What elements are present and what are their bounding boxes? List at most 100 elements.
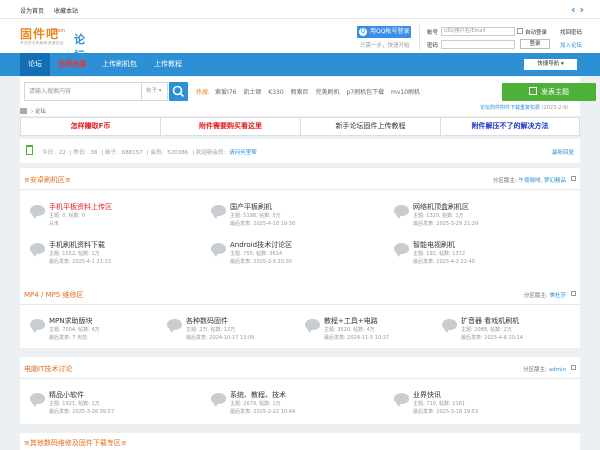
collapse-icon[interactable]	[571, 365, 576, 370]
forum-name[interactable]: 手机刷机资料下载	[49, 240, 105, 250]
forum-name[interactable]: Android技术讨论区	[230, 240, 292, 250]
password-label: 密码	[427, 43, 439, 49]
nav-item-forum[interactable]: 论坛	[20, 53, 50, 76]
forum-last-post: 最后发表: 2025-4-6 20:14	[461, 335, 523, 341]
moderator-label: 分区版主:	[523, 367, 548, 373]
hot-word[interactable]: 凯士顿	[243, 89, 261, 96]
welcome-label: 欢迎新会员:	[195, 150, 226, 156]
collapse-icon[interactable]	[571, 291, 576, 296]
find-password-link[interactable]: 找回密码	[560, 28, 582, 36]
section-title[interactable]: 电脑IT技术讨论	[24, 364, 72, 374]
forum-name[interactable]: 各种数码固件	[186, 316, 228, 326]
auto-login-checkbox[interactable]	[517, 28, 523, 34]
search-type-select[interactable]: 帖子 ▾	[142, 82, 168, 101]
forum-bubble-icon	[394, 393, 409, 407]
section-title[interactable]: MP4 / MP5 维修区	[24, 290, 83, 300]
forum-name[interactable]: 教程+工具+电路	[324, 316, 378, 326]
hot-word[interactable]: 假索尼	[291, 89, 309, 96]
forum-item[interactable]: 扩音器 看戏机刷机 主题: 2088, 帖数: 2万 最后发表: 2025-4-…	[442, 312, 576, 350]
breadcrumb-current[interactable]: 论坛	[35, 109, 46, 115]
forum-last-post: 最后发表: 2025-3-29 21:29	[413, 221, 479, 227]
forum-bubble-icon	[30, 243, 45, 257]
forum-name[interactable]: 精品小软件	[49, 390, 84, 400]
hot-word[interactable]: p7刷机包下载	[346, 89, 384, 96]
forum-item[interactable]: 智能电视刷机 主题: 192, 帖数: 1372 最后发表: 2025-4-2 …	[394, 236, 574, 274]
members-count: 520386	[167, 150, 189, 156]
forum-item[interactable]: 手机平板资料上传区 主题: 0, 帖数: 0 从未	[30, 198, 210, 236]
banner-link-upload-tutorial[interactable]: 新手论坛固件上传教程	[301, 118, 441, 135]
forum-last-post: 最后发表: 2025-4-2 22:40	[413, 259, 475, 265]
forum-name[interactable]: 国产平板刷机	[230, 202, 272, 212]
set-home-link[interactable]: 设为首页	[20, 8, 44, 15]
post-topic-button[interactable]: 发表主题	[502, 83, 596, 101]
qq-login-button[interactable]: Q 用QQ帐号登录	[357, 26, 411, 38]
forum-last-post: 最后发表: 2024-10-17 13:09	[186, 335, 255, 341]
collapse-icon[interactable]	[571, 176, 576, 181]
forum-item[interactable]: 教程+工具+电路 主题: 3620, 帖数: 4万 最后发表: 2024-11-…	[305, 312, 439, 350]
forum-item[interactable]: Android技术讨论区 主题: 755, 帖数: 3614 最后发表: 202…	[211, 236, 391, 274]
search-button[interactable]	[169, 82, 188, 101]
search-input[interactable]: 请输入搜索内容	[24, 82, 142, 101]
forum-last-post: 最后发表: 2025-3-26 09:57	[49, 409, 115, 415]
announcement-table: 怎样赚取F币 附件需要购买看这里 新手论坛固件上传教程 附件解压不了的解决方法	[20, 117, 580, 136]
banner-link-earn-coins[interactable]: 怎样赚取F币	[21, 118, 161, 135]
new-member-link[interactable]: 请问何里帮	[229, 150, 257, 156]
members-label: 会员:	[150, 150, 164, 156]
forum-item[interactable]: 精品小软件 主题: 1921, 帖数: 1万 最后发表: 2025-3-26 0…	[30, 386, 210, 424]
forum-item[interactable]: 各种数码固件 主题: 2万, 帖数: 12万 最后发表: 2024-10-17 …	[167, 312, 301, 350]
forum-section-android: ≡安卓刷机区≡ 分区版主: 午夜咖啡, 梦幻精品 手机平板资料上传区 主题: 0…	[20, 168, 580, 283]
section-title[interactable]: ≡其他数码维修及固件下载专区≡	[24, 438, 127, 448]
quick-nav-button[interactable]: 快捷导航 ▾	[524, 59, 577, 70]
post-topic-label: 发表主题	[541, 88, 569, 96]
section-title[interactable]: ≡安卓刷机区≡	[24, 175, 71, 185]
forum-name[interactable]: 系统、教程、技术	[230, 390, 286, 400]
newest-replies-link[interactable]: 最新回复	[552, 148, 574, 156]
moderator-names[interactable]: admin	[549, 367, 566, 373]
forum-item[interactable]: 国产平板刷机 主题: 5198, 帖数: 5万 最后发表: 2025-4-18 …	[211, 198, 391, 236]
hot-word[interactable]: K330	[268, 89, 283, 96]
notice-link[interactable]: 论坛附件附件下载重复扣费 (2023-2-9)	[480, 104, 568, 111]
forum-bubble-icon	[211, 393, 226, 407]
home-icon[interactable]	[20, 108, 27, 114]
forum-item[interactable]: 网络机顶盒刷机区 主题: 1320, 帖数: 1万 最后发表: 2025-3-2…	[394, 198, 574, 236]
banner-link-buy-attachment[interactable]: 附件需要购买看这里	[161, 118, 301, 135]
section-header: ≡其他数码维修及固件下载专区≡	[20, 433, 580, 450]
password-input[interactable]	[441, 40, 515, 49]
moderator-names[interactable]: 美杜莎	[549, 293, 566, 299]
banner-link-unzip-help[interactable]: 附件解压不了的解决方法	[441, 118, 579, 135]
forum-bubble-icon	[442, 319, 457, 333]
forum-bubble-icon	[30, 205, 45, 219]
forum-name[interactable]: 业界快讯	[413, 390, 441, 400]
forum-name[interactable]: 智能电视刷机	[413, 240, 455, 250]
bookmark-link[interactable]: 收藏本站	[54, 8, 78, 15]
forum-item[interactable]: 手机刷机资料下载 主题: 1552, 帖数: 1万 最后发表: 2025-4-1…	[30, 236, 210, 274]
register-link[interactable]: 加入论坛	[560, 41, 582, 49]
nav-item-upload-rom[interactable]: 上传刷机包	[94, 53, 145, 76]
forum-item[interactable]: 业界快讯 主题: 710, 帖数: 2161 最后发表: 2025-3-18 1…	[394, 386, 574, 424]
forum-last-post: 最后发表: 2025-3-18 19:53	[413, 409, 479, 415]
breadcrumb: › 论坛	[20, 107, 46, 115]
forum-bubble-icon	[394, 243, 409, 257]
forum-name[interactable]: 手机平板资料上传区	[49, 202, 112, 212]
forum-item[interactable]: MPN求助版块 主题: 7004, 帖数: 4万 最后发表: 7 天前	[30, 312, 164, 350]
nav-item-recharge[interactable]: 在线充值	[50, 53, 94, 76]
stats-text: 今日: 22 | 昨日: 38 | 帖子: 688157 | 会员: 520386 | 欢迎新会…	[42, 150, 257, 156]
forum-item[interactable]: 系统、教程、技术 主题: 2679, 帖数: 1万 最后发表: 2025-2-2…	[211, 386, 391, 424]
hot-word[interactable]: 索爱I76	[215, 89, 236, 96]
forum-name[interactable]: MPN求助版块	[49, 316, 93, 326]
site-logo[interactable]: 固件吧 .com 专业的手机刷机资源社区 论坛	[20, 25, 85, 62]
logo-domain: .com	[53, 28, 66, 34]
forum-bubble-icon	[211, 205, 226, 219]
nav-item-upload-tutorial[interactable]: 上传教程	[146, 53, 190, 76]
hot-word[interactable]: 完美刷机	[316, 89, 340, 96]
forum-name[interactable]: 扩音器 看戏机刷机	[461, 316, 519, 326]
login-button[interactable]: 登录	[520, 39, 550, 49]
forum-name[interactable]: 网络机顶盒刷机区	[413, 202, 469, 212]
hot-word[interactable]: mv10刷机	[391, 89, 420, 96]
code-arrows-icon[interactable]: ‹ ›	[571, 3, 584, 16]
moderator-names[interactable]: 午夜咖啡, 梦幻精品	[519, 178, 567, 184]
forum-stats: 主题: 3620, 帖数: 4万	[324, 327, 375, 333]
account-input[interactable]: UID/用户名/Email	[441, 27, 515, 36]
section-header: ≡安卓刷机区≡ 分区版主: 午夜咖啡, 梦幻精品	[20, 168, 580, 190]
moderator-label: 分区版主:	[492, 178, 517, 184]
